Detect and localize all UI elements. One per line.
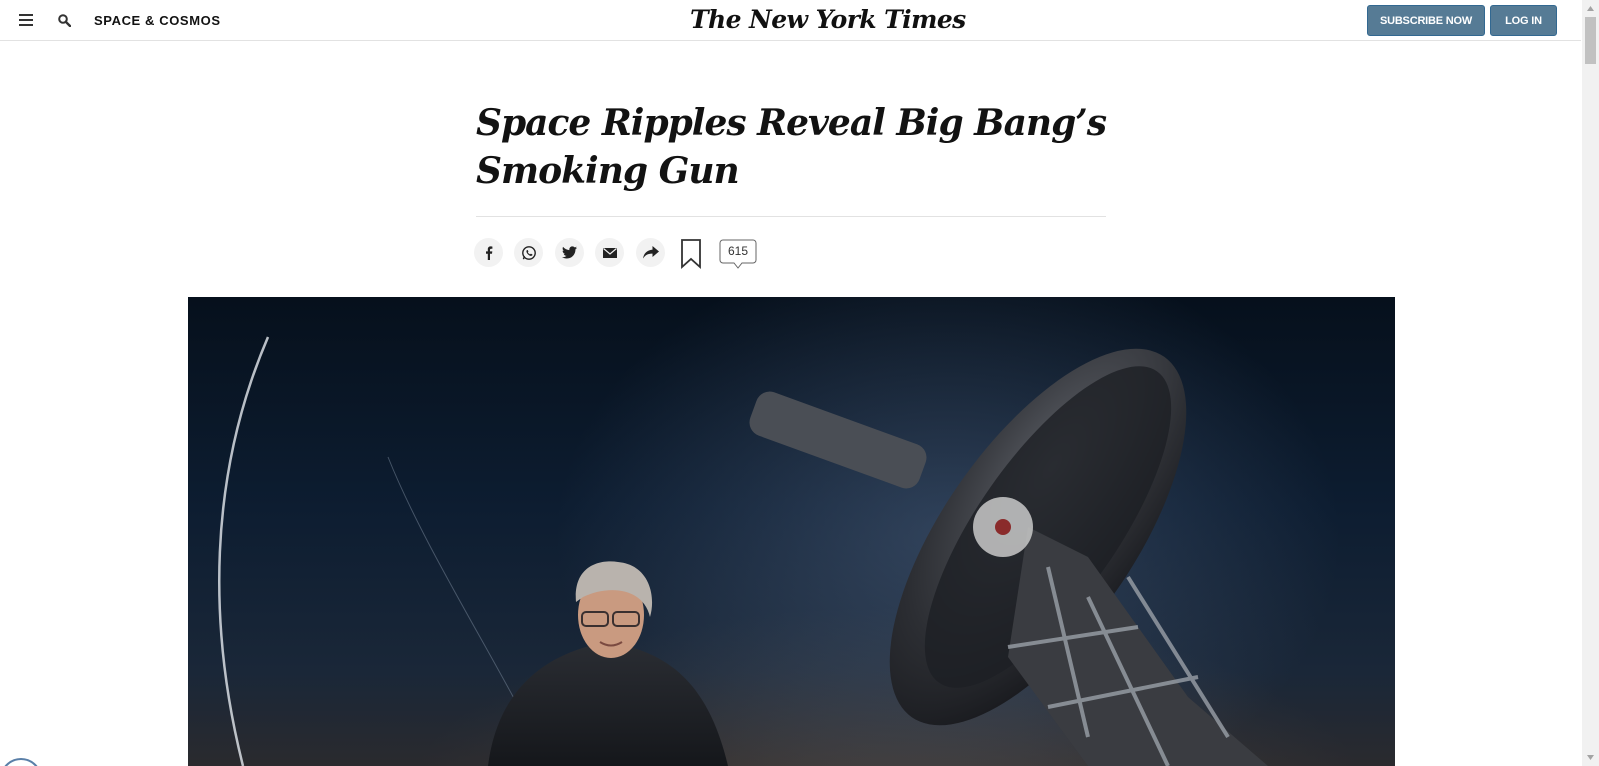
masthead: SPACE & COSMOS The New York Times SUBSCR… (0, 0, 1581, 41)
headline-divider (476, 216, 1106, 217)
scroll-thumb[interactable] (1585, 17, 1596, 64)
login-button[interactable]: LOG IN (1490, 5, 1557, 36)
corner-badge-icon[interactable] (0, 758, 42, 766)
search-button[interactable] (53, 9, 75, 31)
bookmark-icon[interactable] (680, 239, 702, 269)
subscribe-button[interactable]: SUBSCRIBE NOW (1367, 5, 1485, 36)
menu-button[interactable] (15, 9, 37, 31)
facebook-icon (485, 245, 492, 260)
nyt-logo[interactable]: The New York Times (690, 5, 966, 34)
triangle-down-icon (1587, 755, 1594, 760)
page: SPACE & COSMOS The New York Times SUBSCR… (0, 0, 1599, 766)
share-more-button[interactable] (636, 238, 665, 267)
vertical-scrollbar[interactable] (1582, 0, 1599, 766)
telescope-scene-illustration (218, 336, 1268, 766)
share-icon (642, 246, 659, 259)
scroll-up-arrow[interactable] (1582, 0, 1599, 17)
scroll-down-arrow[interactable] (1582, 749, 1599, 766)
comment-count: 615 (727, 244, 749, 258)
hero-photo (188, 297, 1395, 766)
triangle-up-icon (1587, 6, 1594, 11)
section-link[interactable]: SPACE & COSMOS (94, 13, 221, 28)
hamburger-menu-icon (19, 14, 33, 26)
search-icon (57, 13, 71, 27)
share-whatsapp-button[interactable] (514, 238, 543, 267)
article-headline: Space Ripples Reveal Big Bang’s Smoking … (476, 102, 1107, 192)
comments-button[interactable]: 615 (719, 239, 757, 269)
email-icon (602, 247, 617, 258)
share-facebook-button[interactable] (474, 238, 503, 267)
share-twitter-button[interactable] (555, 238, 584, 267)
whatsapp-icon (521, 245, 536, 260)
twitter-icon (562, 246, 577, 259)
share-email-button[interactable] (595, 238, 624, 267)
